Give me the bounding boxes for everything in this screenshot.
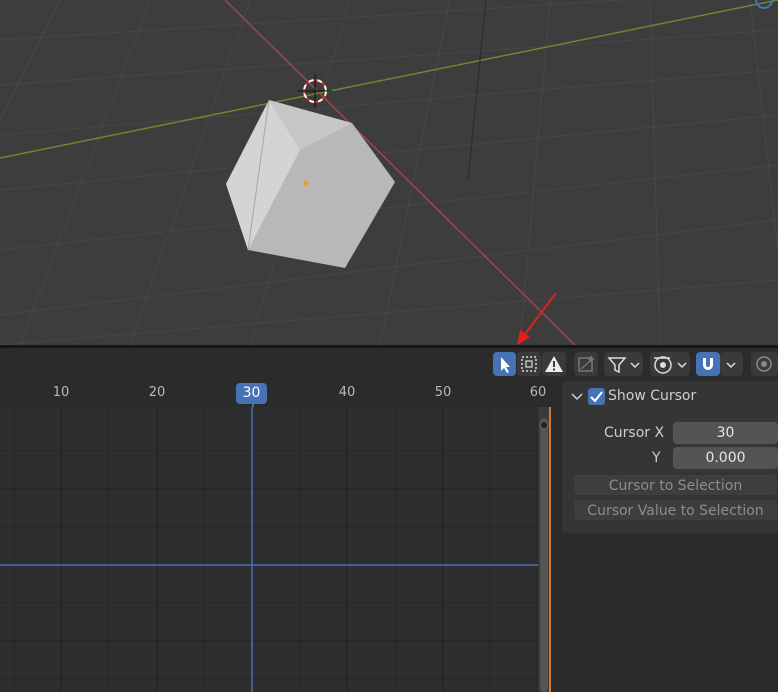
scrollbar-track[interactable] <box>540 418 548 692</box>
graph-editor-area[interactable] <box>0 407 551 692</box>
select-tool-icon <box>501 357 510 373</box>
filter-icon <box>607 357 640 374</box>
cube-object <box>226 99 395 268</box>
chevron-down-icon[interactable] <box>570 390 584 404</box>
proportional-edit-icon <box>654 356 687 374</box>
cursor-x-field[interactable]: 30 <box>673 422 778 444</box>
chevron-down-icon <box>630 362 640 369</box>
playhead-stub <box>252 404 254 407</box>
frame-label: 40 <box>338 385 356 400</box>
frame-label: 10 <box>52 385 70 400</box>
frame-ruler[interactable]: 10 20 30 40 50 60 <box>0 380 551 407</box>
proportional-edit-dropdown[interactable] <box>650 352 690 376</box>
warning-icon <box>545 356 563 372</box>
graph-grid <box>0 407 551 692</box>
box-select-icon <box>521 356 537 372</box>
checkmark-icon <box>590 391 603 403</box>
snap-magnet-icon <box>703 358 713 370</box>
warning-button[interactable] <box>542 352 566 376</box>
cursor-to-selection-button[interactable]: Cursor to Selection <box>573 474 778 496</box>
snap-dropdown[interactable] <box>720 352 743 376</box>
select-tool-button[interactable] <box>493 352 516 376</box>
frame-label: 50 <box>434 385 452 400</box>
box-select-button[interactable] <box>517 352 541 376</box>
cursor-y-label: Y <box>652 450 661 466</box>
show-cursor-label[interactable]: Show Cursor <box>608 388 696 404</box>
normalize-button[interactable] <box>574 352 598 376</box>
cursor-y-field[interactable]: 0.000 <box>673 447 778 469</box>
overlay-button[interactable] <box>751 352 778 376</box>
y-axis-line <box>0 0 778 159</box>
frame-label: 20 <box>148 385 166 400</box>
viewport-grid <box>0 0 778 345</box>
3d-viewport[interactable] <box>0 0 778 345</box>
filter-dropdown[interactable] <box>604 352 643 376</box>
chevron-down-icon <box>677 362 687 369</box>
current-frame-indicator[interactable]: 30 <box>236 383 267 404</box>
normalize-icon <box>578 356 594 372</box>
annotation-arrow-icon <box>517 292 557 345</box>
overlay-icon <box>756 356 772 372</box>
chevron-down-icon <box>726 362 736 369</box>
cursor-value-to-selection-button[interactable]: Cursor Value to Selection <box>573 499 778 521</box>
scrollbar-handle[interactable] <box>539 420 549 430</box>
snap-toggle-button[interactable] <box>696 352 720 376</box>
show-cursor-checkbox[interactable] <box>588 388 605 405</box>
cursor-x-label: Cursor X <box>604 425 665 441</box>
